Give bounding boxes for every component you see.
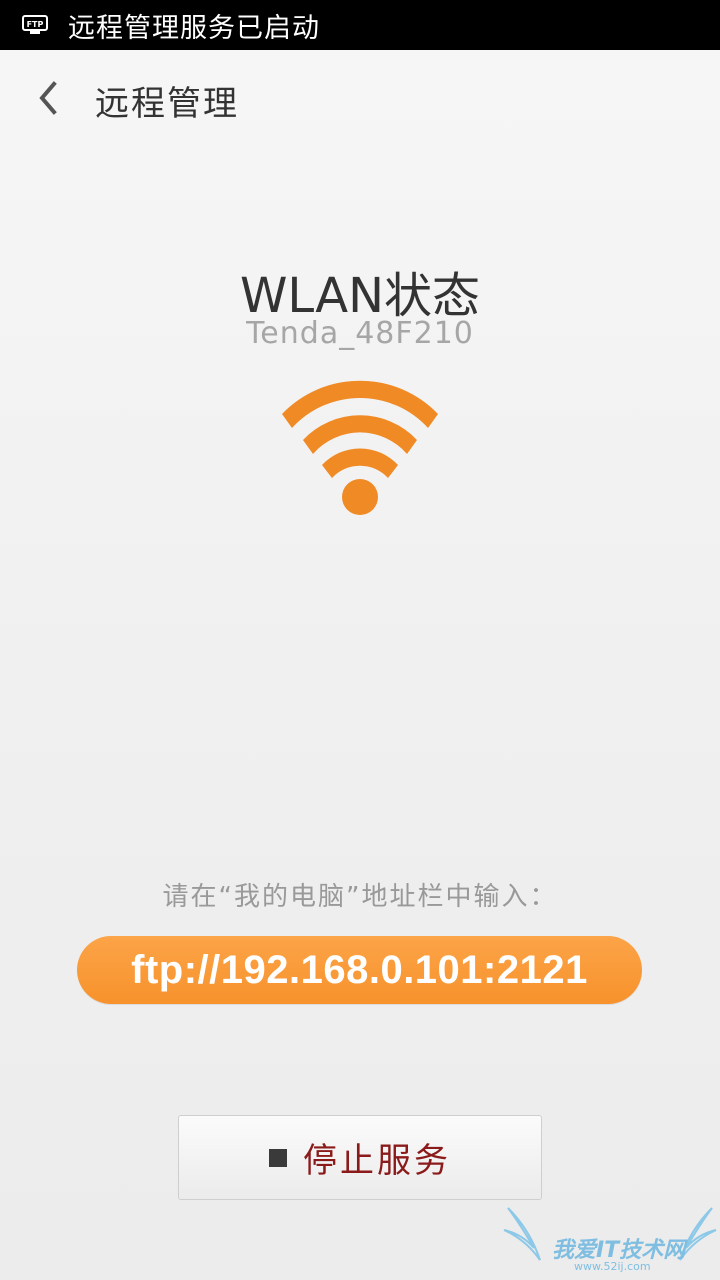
remote-management-screen: 远程管理 WLAN状态 Tenda_48F210 请在“我的电脑”地址栏中输入：… — [0, 50, 720, 1280]
status-notification-text: 远程管理服务已启动 — [68, 12, 320, 44]
watermark-url: www.52ij.com — [574, 1260, 651, 1273]
ftp-icon: FTP — [22, 15, 48, 35]
stop-service-button[interactable]: 停止服务 — [178, 1115, 542, 1200]
address-hint: 请在“我的电脑”地址栏中输入： — [162, 882, 558, 912]
wifi-ssid: Tenda_48F210 — [246, 316, 474, 351]
stop-icon — [269, 1148, 287, 1167]
status-bar: FTP 远程管理服务已启动 — [0, 0, 720, 50]
watermark-logo: 我爱IT技术网 www.52ij.com — [500, 1200, 720, 1280]
stop-service-label: 停止服务 — [303, 1141, 451, 1181]
ftp-address: ftp://192.168.0.101:2121 — [77, 936, 642, 1004]
ftp-icon-label: FTP — [27, 20, 44, 29]
wifi-icon — [282, 380, 438, 515]
page-title: 远程管理 — [95, 84, 239, 124]
back-button[interactable] — [24, 72, 72, 124]
chevron-left-icon — [39, 81, 57, 115]
app-header: 远程管理 — [0, 50, 720, 146]
